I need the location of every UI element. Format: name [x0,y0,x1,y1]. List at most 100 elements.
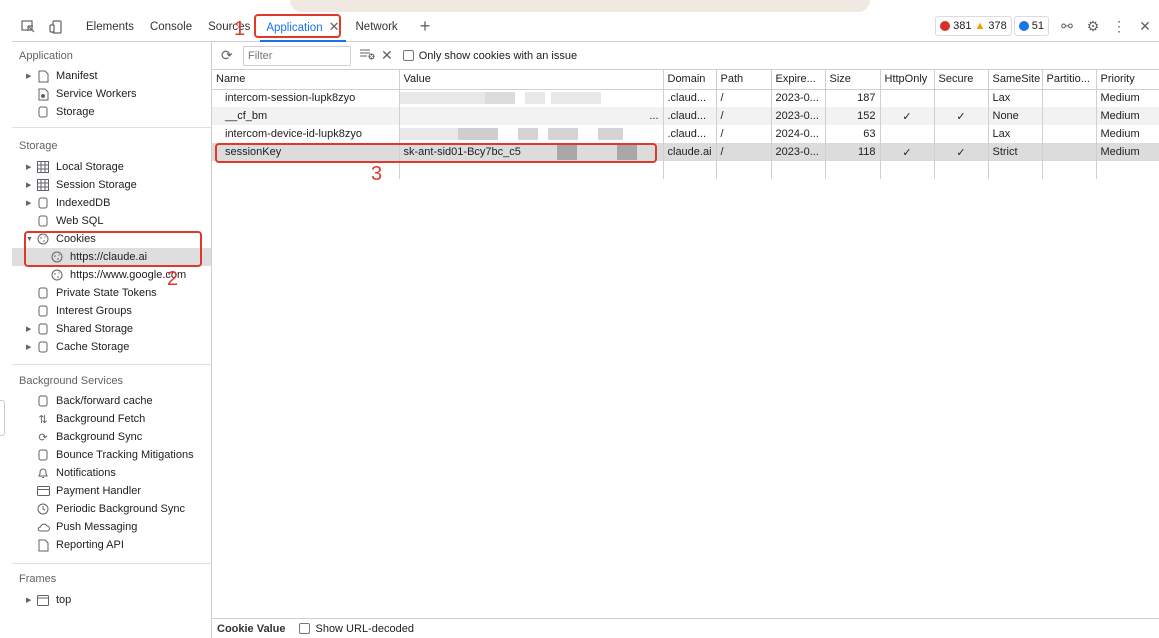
divider [12,127,211,128]
sidebar-item-indexeddb[interactable]: ▶ IndexedDB [26,194,110,212]
panel-edge-handle[interactable] [0,400,5,436]
tab-elements[interactable]: Elements [78,12,142,42]
url-decoded-label: Show URL-decoded [315,622,414,635]
cell-path: / [716,143,772,161]
cell-domain: .claud... [663,89,717,107]
clear-all-cookies-icon[interactable] [359,48,375,63]
section-title-application: Application [19,50,73,62]
column-header-size[interactable]: Size [825,70,881,90]
column-header-partition[interactable]: Partitio... [1042,70,1097,90]
browser-top-edge [290,0,870,12]
cell-samesite: None [988,107,1043,125]
annotation-number-3: 3 [371,163,383,185]
table-row[interactable]: intercom-device-id-lupk8zyo .claud... / … [212,125,1159,143]
checkbox-box[interactable] [299,623,311,634]
delete-selected-icon[interactable]: ✕ [381,47,393,64]
sidebar-item-reporting-api[interactable]: Reporting API [36,536,124,554]
tab-console[interactable]: Console [142,12,200,42]
error-icon [940,21,951,31]
sidebar-item-notifications[interactable]: Notifications [36,464,116,482]
sidebar-item-cache-storage[interactable]: ▶ Cache Storage [26,338,129,356]
expand-arrow-icon[interactable]: ▶ [26,72,36,80]
expand-arrow-icon[interactable]: ▶ [26,199,36,207]
table-header-row: Name Value Domain Path Expire... Size Ht… [212,70,1159,90]
cell-size: 118 [825,143,881,161]
column-header-priority[interactable]: Priority [1096,70,1159,90]
expand-arrow-icon[interactable]: ▶ [26,343,36,351]
issue-counters[interactable]: 381 ▲ 378 51 [935,16,1049,36]
column-header-samesite[interactable]: SameSite [988,70,1043,90]
cell-priority: Medium [1096,125,1159,143]
add-tab-icon[interactable]: + [420,16,431,37]
inspect-element-icon[interactable] [20,19,36,35]
expand-arrow-icon[interactable]: ▶ [26,181,36,189]
up-down-arrows-icon: ⇅ [38,413,48,426]
customize-icon[interactable]: ⚯ [1059,17,1075,35]
url-decoded-checkbox[interactable]: Show URL-decoded [299,622,414,635]
device-toolbar-icon[interactable] [48,19,64,35]
column-header-secure[interactable]: Secure [934,70,989,90]
column-header-value[interactable]: Value [399,70,664,90]
cell-size: 63 [825,125,881,143]
sidebar-item-shared-storage[interactable]: ▶ Shared Storage [26,320,133,338]
database-icon [36,304,50,318]
sidebar-item-label: Web SQL [56,215,104,227]
sidebar-item-bfcache[interactable]: Back/forward cache [36,392,153,410]
column-header-path[interactable]: Path [716,70,772,90]
filter-input[interactable] [243,45,351,66]
sidebar-item-interest-groups[interactable]: Interest Groups [36,302,132,320]
sidebar-item-periodic-sync[interactable]: Periodic Background Sync [36,500,185,518]
annotation-box-session-key [215,143,657,163]
cell-partition [1042,125,1097,143]
sidebar-item-local-storage[interactable]: ▶ Local Storage [26,158,124,176]
only-issue-checkbox[interactable]: Only show cookies with an issue [402,50,577,62]
cell-domain: .claud... [663,107,717,125]
cell-priority: Medium [1096,89,1159,107]
sidebar-item-push-messaging[interactable]: Push Messaging [36,518,137,536]
expand-arrow-icon[interactable]: ▶ [26,163,36,171]
document-icon [36,69,50,83]
sidebar-item-cookies-google[interactable]: https://www.google.com [50,266,186,284]
tab-sources[interactable]: Sources [200,12,258,42]
sidebar-item-private-state-tokens[interactable]: Private State Tokens [36,284,157,302]
sidebar-item-service-workers[interactable]: Service Workers [36,85,136,103]
column-header-domain[interactable]: Domain [663,70,717,90]
sidebar-item-frame-top[interactable]: ▶ top [26,591,71,609]
info-counter[interactable]: 51 [1013,16,1049,36]
more-options-icon[interactable]: ⋮ [1111,17,1127,35]
close-devtools-icon[interactable]: ✕ [1137,17,1153,35]
column-header-name[interactable]: Name [212,70,400,90]
grid-icon [36,160,50,174]
sidebar-item-manifest[interactable]: ▶ Manifest [26,67,98,85]
table-row[interactable]: __cf_bm ... .claud... / 2023-0... 152 ✓ … [212,107,1159,125]
sidebar-item-session-storage[interactable]: ▶ Session Storage [26,176,137,194]
sidebar-item-label: Local Storage [56,161,124,173]
divider [12,364,211,365]
database-icon [36,448,50,462]
sidebar-item-background-fetch[interactable]: ⇅ Background Fetch [36,410,145,428]
table-row[interactable]: intercom-session-lupk8zyo .claud... / 20… [212,89,1159,107]
grid-icon [36,178,50,192]
cell-priority: Medium [1096,107,1159,125]
sidebar-item-storage[interactable]: Storage [36,103,95,121]
warning-icon: ▲ [974,20,986,32]
section-title-storage: Storage [19,140,58,152]
column-header-expires[interactable]: Expire... [771,70,826,90]
error-counter[interactable]: 381 ▲ 378 [935,16,1012,36]
expand-arrow-icon[interactable]: ▶ [26,325,36,333]
expand-arrow-icon[interactable]: ▶ [26,596,36,604]
sidebar-item-payment-handler[interactable]: Payment Handler [36,482,141,500]
cell-path: / [716,89,772,107]
cell-samesite: Lax [988,125,1043,143]
settings-gear-icon[interactable]: ⚙ [1085,17,1101,35]
cell-samesite: Lax [988,89,1043,107]
refresh-icon[interactable]: ⟳ [221,47,235,64]
checkbox-box[interactable] [402,50,414,61]
sidebar-item-label: Push Messaging [56,521,138,533]
sidebar-item-web-sql[interactable]: Web SQL [36,212,104,230]
sidebar-item-background-sync[interactable]: ⟳ Background Sync [36,428,142,446]
column-header-httponly[interactable]: HttpOnly [880,70,935,90]
sidebar-item-bounce-tracking[interactable]: Bounce Tracking Mitigations [36,446,194,464]
sidebar-item-label: Service Workers [56,88,137,100]
tab-network[interactable]: Network [348,12,406,42]
